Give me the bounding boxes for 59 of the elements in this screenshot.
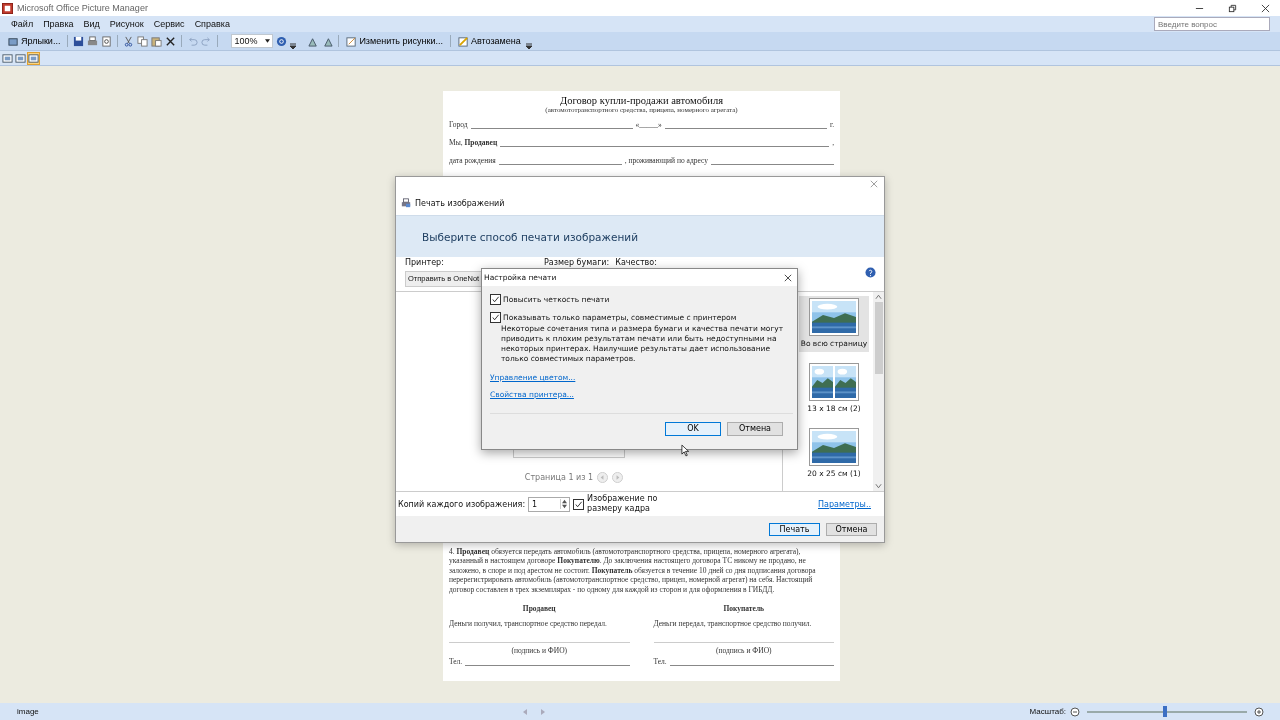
option-checkbox[interactable] — [490, 294, 501, 305]
page-info: Страница 1 из 1 — [524, 473, 594, 482]
zoom-combo[interactable]: 100% — [231, 34, 274, 48]
menu-item[interactable]: Рисунок — [108, 19, 145, 29]
paper-size-label: Размер бумаги: — [544, 258, 610, 267]
menu-item[interactable]: Вид — [82, 19, 101, 29]
document-title: Договор купли-продажи автомобиля — [559, 95, 724, 106]
quality-label: Качество: — [615, 258, 657, 267]
save-icon[interactable] — [73, 35, 85, 47]
zoom-label: Масштаб: — [1029, 707, 1066, 716]
wand-icon — [457, 35, 469, 47]
menu-item[interactable]: Справка — [193, 19, 231, 29]
caret-icon — [265, 39, 271, 43]
single-picture-view-icon[interactable] — [28, 52, 39, 64]
print-button[interactable]: Печать — [769, 522, 820, 536]
options-link[interactable]: Параметры.. — [818, 499, 871, 509]
preview-icon[interactable] — [101, 35, 113, 47]
copies-label: Копий каждого изображения: — [398, 499, 526, 509]
fit-label: Изображение по размеру кадра — [587, 494, 659, 514]
slider-thumb[interactable] — [1163, 705, 1168, 717]
autocorrect-button[interactable]: Автозамена — [455, 33, 523, 49]
dialog-heading: Выберите способ печати изображений — [422, 230, 638, 243]
delete-icon[interactable] — [165, 35, 177, 47]
restore-icon[interactable] — [1228, 3, 1237, 13]
zoom-out-icon[interactable] — [1070, 706, 1080, 717]
spin-up-icon[interactable] — [561, 499, 569, 504]
spin-down-icon[interactable] — [561, 504, 569, 509]
help-search-field[interactable]: Введите вопрос — [1154, 17, 1270, 31]
scroll-up-icon[interactable] — [875, 294, 882, 300]
copies-spinner[interactable]: 1 — [528, 496, 571, 512]
pencil-icon — [346, 35, 358, 47]
ok-button[interactable]: OK — [665, 421, 721, 436]
status-text: image — [17, 707, 39, 716]
menu-item[interactable]: Файл — [10, 19, 35, 29]
dialog-title: Печать изображений — [415, 198, 505, 208]
printer-icon — [401, 198, 411, 208]
shortcuts-button[interactable]: Ярлыки... — [6, 33, 63, 49]
scrollbar[interactable] — [873, 292, 884, 491]
zoom-in-icon[interactable] — [1254, 706, 1264, 717]
filmstrip-view-icon[interactable] — [15, 52, 26, 64]
paste-icon[interactable] — [151, 35, 163, 47]
mouse-cursor — [681, 444, 690, 457]
print-icon[interactable] — [87, 35, 99, 47]
cancel-button[interactable]: Отмена — [727, 421, 783, 436]
fit-checkbox[interactable] — [573, 498, 585, 510]
cancel-button[interactable]: Отмена — [826, 522, 877, 536]
cut-icon[interactable] — [123, 35, 135, 47]
printer-label: Принтер: — [405, 258, 445, 267]
shortcut-icon — [8, 35, 19, 47]
thumbnail-view-icon[interactable] — [2, 52, 13, 64]
copy-icon[interactable] — [137, 35, 149, 47]
close-icon[interactable] — [784, 273, 792, 282]
menu-item[interactable]: Правка — [42, 19, 75, 29]
scroll-down-icon[interactable] — [875, 483, 882, 489]
menu-item[interactable]: Сервис — [152, 19, 186, 29]
edit-pictures-button[interactable]: Изменить рисунки... — [344, 33, 445, 49]
option-checkbox[interactable] — [490, 312, 501, 323]
close-icon[interactable] — [1261, 3, 1270, 13]
window-title: Microsoft Office Picture Manager — [17, 3, 148, 13]
